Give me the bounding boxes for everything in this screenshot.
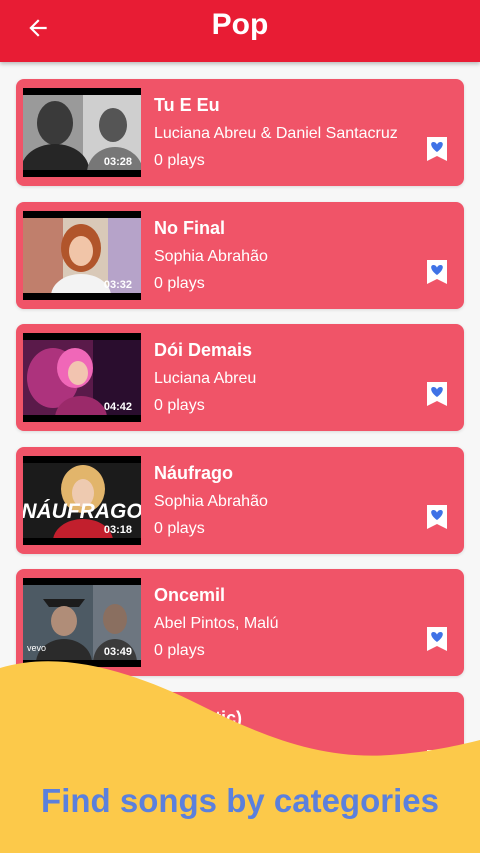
song-card[interactable]: 04:42 Dói Demais Luciana Abreu 0 plays — [16, 324, 464, 431]
song-title: Náufrago — [154, 462, 234, 483]
heart-bookmark-icon[interactable] — [427, 382, 447, 406]
promo-wave-background — [0, 661, 480, 853]
song-thumbnail[interactable]: 03:28 — [23, 88, 141, 177]
song-artist: Luciana Abreu & Daniel Santacruz — [154, 125, 398, 142]
song-thumbnail[interactable]: 03:32 — [23, 210, 141, 300]
play-count: 0 plays — [154, 519, 205, 537]
play-count: 0 plays — [154, 274, 205, 292]
song-card[interactable]: 03:32 No Final Sophia Abrahão 0 plays — [16, 201, 464, 309]
duration-label: 03:18 — [103, 523, 132, 536]
song-title: No Final — [154, 217, 225, 238]
song-title: Dói Demais — [154, 340, 253, 360]
heart-bookmark-icon[interactable] — [427, 137, 447, 161]
duration-label: 03:32 — [103, 278, 132, 291]
song-card[interactable]: NÁUFRAGO 03:18 Náufrago Sophia Abrahão 0… — [16, 446, 464, 554]
song-artist: Abel Pintos, Malú — [154, 615, 279, 632]
play-count: 0 plays — [154, 642, 205, 659]
play-count: 0 plays — [154, 397, 205, 414]
song-thumbnail[interactable]: 04:42 — [23, 333, 141, 422]
song-artist: Sophia Abrahão — [154, 247, 268, 265]
thumbnail-caption: NÁUFRAGO — [23, 500, 141, 523]
app-bar: Pop — [0, 0, 480, 62]
song-artist: Luciana Abreu — [154, 370, 257, 387]
song-title: Tu E Eu — [154, 95, 220, 115]
heart-bookmark-icon[interactable] — [427, 627, 447, 651]
duration-label: 04:42 — [103, 401, 132, 413]
heart-bookmark-icon[interactable] — [427, 259, 447, 284]
duration-label: 03:49 — [103, 646, 132, 658]
heart-bookmark-icon[interactable] — [427, 504, 447, 529]
play-count: 0 plays — [154, 152, 205, 169]
song-title: Oncemil — [154, 585, 226, 605]
thumbnail-caption: vevo — [27, 643, 46, 653]
song-artist: Sophia Abrahão — [154, 492, 268, 510]
song-thumbnail[interactable]: vevo 03:49 — [23, 578, 141, 667]
duration-label: 03:28 — [103, 156, 132, 168]
page-title: Pop — [211, 8, 269, 41]
song-card[interactable]: 03:28 Tu E Eu Luciana Abreu & Daniel San… — [16, 79, 464, 186]
promo-caption: Find songs by categories — [41, 782, 439, 819]
song-thumbnail[interactable]: NÁUFRAGO 03:18 — [23, 455, 141, 545]
